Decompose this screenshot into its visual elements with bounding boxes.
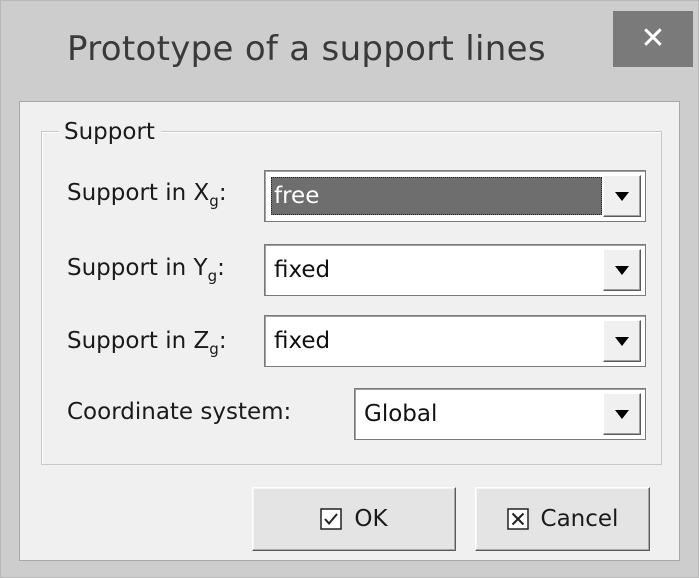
- coordinate-system-dropdown-button[interactable]: [603, 393, 641, 435]
- close-icon: ✕: [640, 21, 666, 56]
- coordinate-system-combobox[interactable]: Global: [354, 388, 646, 440]
- close-button[interactable]: ✕: [613, 11, 693, 67]
- ok-button-label: OK: [354, 506, 388, 532]
- support-y-dropdown-button[interactable]: [603, 249, 641, 291]
- triangle-down-icon: [615, 409, 629, 419]
- triangle-down-icon: [615, 191, 629, 201]
- checkbox-checked-icon: [320, 508, 343, 530]
- triangle-down-icon: [615, 336, 629, 346]
- checkbox-x-icon: [506, 508, 529, 530]
- coordinate-system-value: Global: [364, 401, 438, 427]
- support-z-combobox[interactable]: fixed: [264, 315, 646, 367]
- support-x-label: Support in Xg:: [67, 180, 227, 210]
- support-y-label: Support in Yg:: [67, 255, 225, 285]
- title-bar[interactable]: Prototype of a support lines ✕: [1, 1, 698, 101]
- support-z-label: Support in Zg:: [67, 328, 227, 358]
- support-x-dropdown-button[interactable]: [603, 175, 641, 217]
- ok-button[interactable]: OK: [252, 487, 456, 551]
- dialog-client-area: Support Support in Xg: free Support in Y…: [19, 101, 680, 561]
- groupbox-legend: Support: [59, 119, 161, 145]
- window-title: Prototype of a support lines: [67, 29, 546, 69]
- triangle-down-icon: [615, 265, 629, 275]
- support-z-dropdown-button[interactable]: [603, 320, 641, 362]
- support-z-value: fixed: [274, 328, 331, 354]
- cancel-button[interactable]: Cancel: [475, 487, 650, 551]
- coordinate-system-label: Coordinate system:: [67, 399, 292, 425]
- support-y-value: fixed: [274, 257, 331, 283]
- support-x-combobox[interactable]: free: [264, 170, 646, 222]
- support-y-combobox[interactable]: fixed: [264, 244, 646, 296]
- support-x-value: free: [271, 177, 602, 215]
- dialog-window: Prototype of a support lines ✕ Support S…: [0, 0, 699, 578]
- cancel-button-label: Cancel: [540, 506, 619, 532]
